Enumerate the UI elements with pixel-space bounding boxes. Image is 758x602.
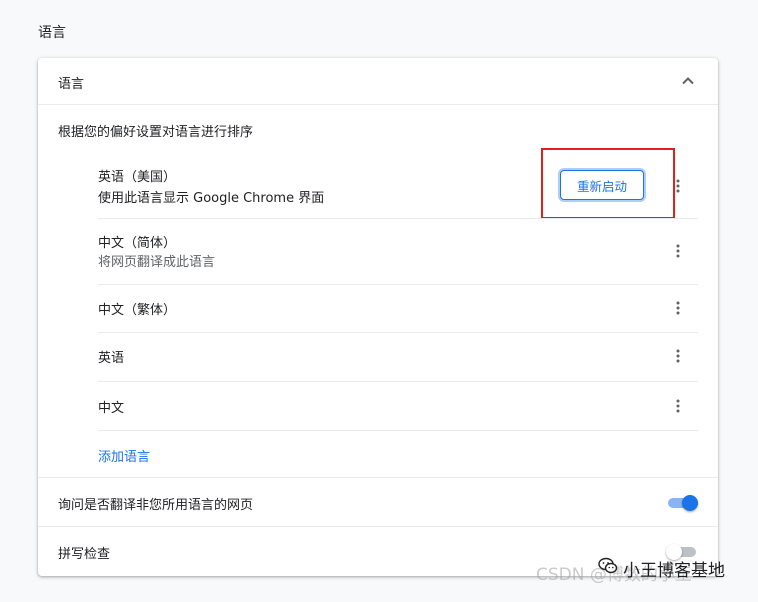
chevron-up-icon[interactable]	[678, 71, 698, 91]
more-vert-icon[interactable]	[670, 300, 686, 316]
more-vert-icon[interactable]	[670, 178, 686, 194]
translate-prompt-label: 询问是否翻译非您所用语言的网页	[58, 498, 254, 513]
language-name: 中文（繁体）	[98, 303, 177, 318]
toggle-knob	[682, 495, 698, 511]
language-row-zh: 中文	[98, 382, 698, 430]
language-subtitle: 将网页翻译成此语言	[98, 255, 216, 270]
order-description: 根据您的偏好设置对语言进行排序	[58, 125, 254, 140]
languages-section-header[interactable]: 语言	[38, 58, 718, 104]
language-subtitle: 使用此语言显示 Google Chrome 界面	[98, 191, 325, 206]
divider	[38, 477, 718, 478]
add-language-link[interactable]: 添加语言	[98, 446, 150, 465]
language-name: 英语（美国）	[98, 170, 177, 185]
language-name: 英语	[98, 351, 125, 366]
more-vert-icon[interactable]	[670, 398, 686, 414]
restart-button[interactable]: 重新启动	[560, 170, 644, 200]
brand-watermark: 小王博客基地	[598, 556, 725, 581]
brand-name: 小王博客基地	[623, 561, 725, 581]
wechat-icon	[598, 557, 618, 580]
language-row-zh-hant: 中文（繁体）	[98, 285, 698, 333]
languages-card: 语言 根据您的偏好设置对语言进行排序 英语（美国） 使用此语言显示 Google…	[38, 58, 718, 576]
language-name: 中文（简体）	[98, 236, 177, 251]
spell-check-label: 拼写检查	[58, 547, 111, 562]
divider	[98, 430, 698, 431]
language-name: 中文	[98, 401, 125, 416]
language-row-zh-hans: 中文（简体） 将网页翻译成此语言	[98, 219, 698, 284]
more-vert-icon[interactable]	[670, 348, 686, 364]
translate-prompt-toggle[interactable]	[666, 495, 698, 511]
divider	[38, 526, 718, 527]
page-heading: 语言	[38, 25, 66, 41]
language-row-en: 英语	[98, 333, 698, 381]
more-vert-icon[interactable]	[670, 243, 686, 259]
divider	[38, 104, 718, 105]
section-title: 语言	[58, 77, 85, 92]
